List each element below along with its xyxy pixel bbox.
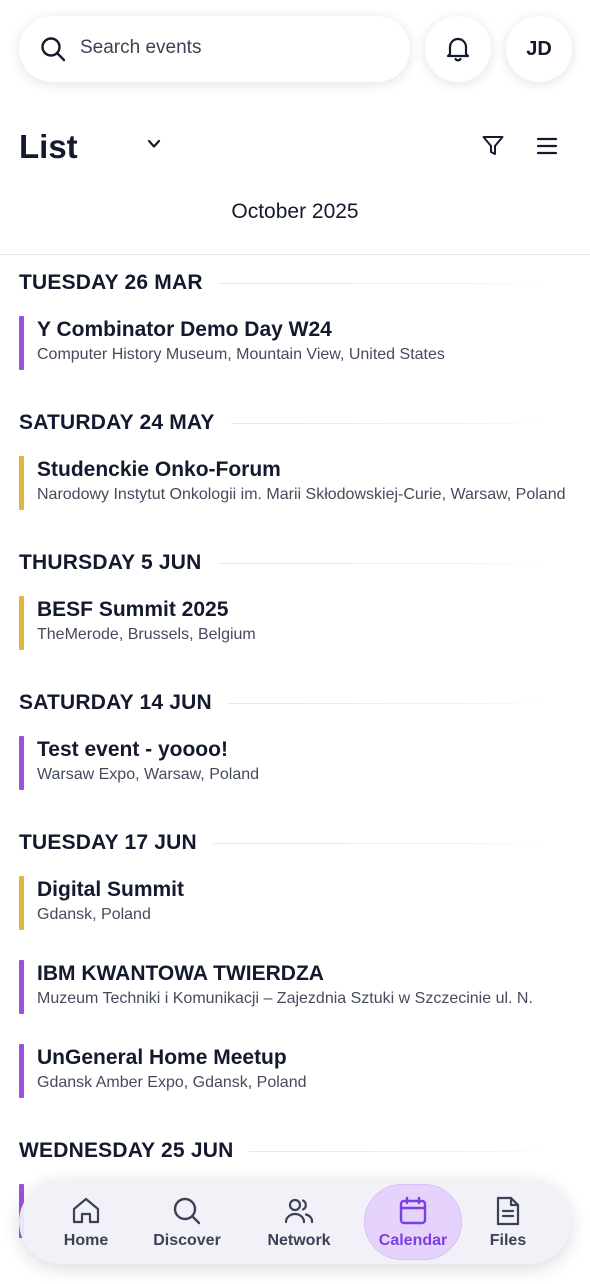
tab-home[interactable]: Home (55, 1180, 117, 1264)
event-item[interactable]: BESF Summit 2025 TheMerode, Brussels, Be… (19, 596, 571, 650)
day-label: SATURDAY 14 JUN (19, 691, 212, 714)
event-item[interactable]: Studenckie Onko-Forum Narodowy Instytut … (19, 456, 571, 510)
day-divider (249, 1150, 553, 1152)
chevron-down-icon[interactable] (146, 136, 162, 152)
day-label: TUESDAY 26 MAR (19, 271, 203, 294)
search-icon (173, 1197, 201, 1224)
event-list: TUESDAY 26 MAR Y Combinator Demo Day W24… (19, 268, 571, 1276)
search-input[interactable]: Search events (19, 16, 410, 82)
day-divider (217, 562, 553, 564)
event-item[interactable]: IBM KWANTOWA TWIERDZA Muzeum Techniki i … (19, 960, 571, 1014)
calendar-icon (399, 1196, 427, 1224)
users-icon (284, 1198, 314, 1223)
event-location: Warsaw Expo, Warsaw, Poland (37, 766, 260, 783)
event-item[interactable]: Digital Summit Gdansk, Poland (19, 876, 571, 930)
tab-label: Home (63, 1231, 109, 1249)
tab-label: Discover (153, 1231, 221, 1249)
day-label: TUESDAY 17 JUN (19, 831, 197, 854)
day-divider (218, 282, 553, 284)
home-icon (72, 1197, 100, 1223)
view-toolbar: List (19, 126, 571, 170)
event-location: Gdansk, Poland (37, 906, 151, 923)
event-color-bar (19, 876, 24, 930)
view-selector-label[interactable]: List (19, 128, 78, 166)
divider (0, 254, 590, 255)
tab-label: Files (489, 1231, 527, 1249)
event-color-bar (19, 736, 24, 790)
event-title: BESF Summit 2025 (37, 598, 229, 621)
event-location: TheMerode, Brussels, Belgium (37, 626, 256, 643)
day-header: TUESDAY 26 MAR (19, 268, 571, 298)
tab-calendar[interactable]: Calendar (364, 1180, 462, 1264)
event-location: Narodowy Instytut Onkologii im. Marii Sk… (37, 486, 566, 503)
day-label: SATURDAY 24 MAY (19, 411, 215, 434)
search-icon (41, 37, 66, 62)
event-item[interactable]: UnGeneral Home Meetup Gdansk Amber Expo,… (19, 1044, 571, 1098)
filter-icon[interactable] (481, 134, 505, 158)
month-label: October 2025 (231, 200, 359, 223)
event-color-bar (19, 1044, 24, 1098)
day-divider (230, 422, 553, 424)
event-title: Digital Summit (37, 878, 185, 901)
menu-icon[interactable] (536, 134, 558, 158)
day-group: SATURDAY 24 MAY Studenckie Onko-Forum Na… (19, 408, 571, 510)
search-placeholder: Search events (80, 37, 202, 58)
tab-label: Calendar (378, 1231, 448, 1249)
tab-discover[interactable]: Discover (145, 1180, 229, 1264)
day-group: TUESDAY 26 MAR Y Combinator Demo Day W24… (19, 268, 571, 370)
tab-label: Network (267, 1231, 331, 1249)
top-bar: Search events JD (19, 16, 572, 82)
day-label: THURSDAY 5 JUN (19, 551, 202, 574)
tab-files[interactable]: Files (483, 1180, 533, 1264)
bottom-nav: Home Discover Network Calendar Files (19, 1180, 571, 1264)
avatar[interactable]: JD (506, 16, 572, 82)
bell-icon (446, 37, 470, 62)
file-icon (496, 1196, 520, 1225)
tab-network[interactable]: Network (259, 1180, 339, 1264)
notifications-button[interactable] (425, 16, 491, 82)
event-title: Studenckie Onko-Forum (37, 458, 281, 481)
day-header: THURSDAY 5 JUN (19, 548, 571, 578)
day-divider (212, 842, 553, 844)
event-title: Test event - yoooo! (37, 738, 228, 761)
event-color-bar (19, 960, 24, 1014)
day-header: WEDNESDAY 25 JUN (19, 1136, 571, 1166)
day-label: WEDNESDAY 25 JUN (19, 1139, 234, 1162)
day-header: TUESDAY 17 JUN (19, 828, 571, 858)
event-item[interactable]: Test event - yoooo! Warsaw Expo, Warsaw,… (19, 736, 571, 790)
event-color-bar (19, 596, 24, 650)
day-group: TUESDAY 17 JUN Digital Summit Gdansk, Po… (19, 828, 571, 1098)
day-divider (227, 702, 553, 704)
event-location: Computer History Museum, Mountain View, … (37, 346, 445, 363)
event-color-bar (19, 456, 24, 510)
event-title: UnGeneral Home Meetup (37, 1046, 287, 1069)
day-group: THURSDAY 5 JUN BESF Summit 2025 TheMerod… (19, 548, 571, 650)
event-title: IBM KWANTOWA TWIERDZA (37, 962, 324, 985)
day-group: SATURDAY 14 JUN Test event - yoooo! Wars… (19, 688, 571, 790)
event-location: Gdansk Amber Expo, Gdansk, Poland (37, 1074, 307, 1091)
day-header: SATURDAY 14 JUN (19, 688, 571, 718)
event-title: Y Combinator Demo Day W24 (37, 318, 332, 341)
day-header: SATURDAY 24 MAY (19, 408, 571, 438)
event-item[interactable]: Y Combinator Demo Day W24 Computer Histo… (19, 316, 571, 370)
event-color-bar (19, 316, 24, 370)
event-location: Muzeum Techniki i Komunikacji – Zajezdni… (37, 990, 533, 1007)
